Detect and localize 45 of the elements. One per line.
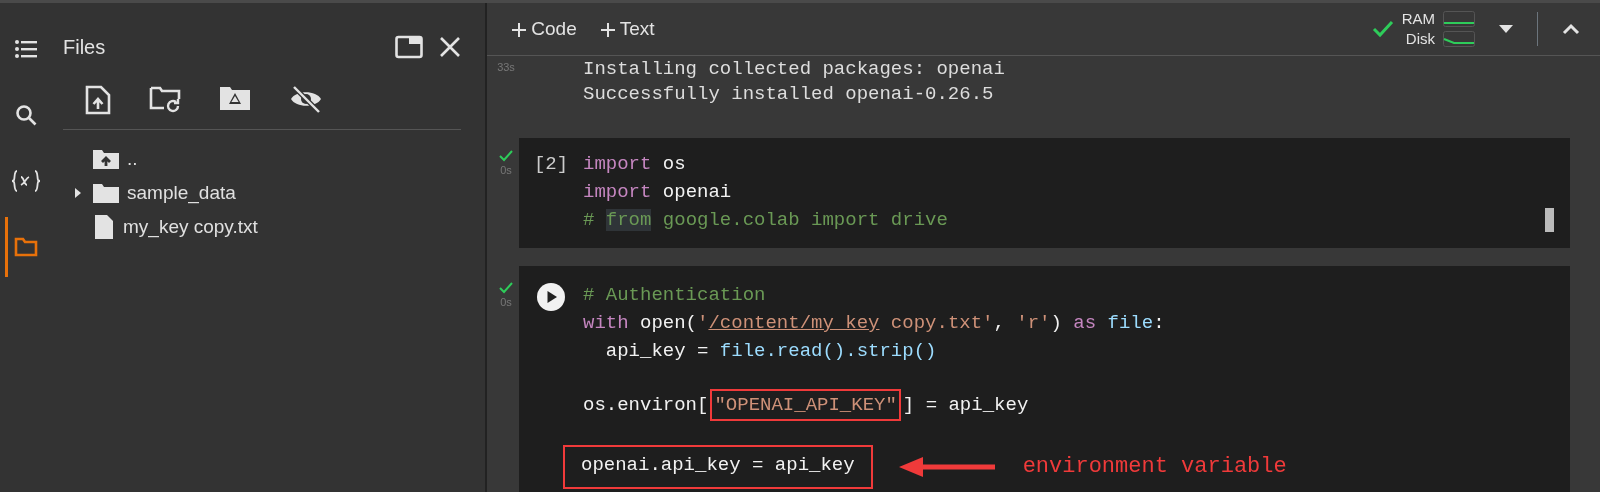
scrollbar-thumb[interactable] (1545, 208, 1554, 232)
disk-label: Disk (1404, 29, 1435, 49)
folder-up-icon (93, 149, 119, 169)
panel-title: Files (63, 35, 106, 60)
code-text: os.environ[ (583, 394, 709, 416)
ram-label: RAM (1401, 9, 1435, 29)
highlighted-string: "OPENAI_API_KEY" (710, 389, 901, 421)
upload-file-icon[interactable] (85, 85, 111, 115)
output-line: Successfully installed openai-0.26.5 (583, 82, 995, 107)
code-line: import os (583, 152, 687, 177)
code-line: import openai (583, 180, 733, 205)
execution-time: 33s (497, 60, 515, 75)
file-name[interactable]: sample_data (127, 178, 236, 208)
annotation-text: environment variable (1022, 453, 1287, 481)
file-name[interactable]: .. (127, 144, 138, 174)
code-line: with open('/content/my_key copy.txt', 'r') as file: (583, 311, 1166, 336)
search-icon (15, 104, 37, 126)
code-text: ] = api_key (902, 394, 1029, 416)
collapse-icon[interactable] (1562, 23, 1580, 35)
new-window-icon[interactable] (395, 35, 423, 59)
variables-icon (11, 169, 41, 193)
disk-graph (1443, 31, 1475, 47)
menu-icon (15, 40, 37, 58)
execution-count: [2] (533, 152, 569, 177)
add-text-button[interactable]: Text (600, 14, 655, 44)
plus-icon (600, 22, 615, 37)
close-icon[interactable] (439, 36, 461, 58)
folder-refresh-icon[interactable] (149, 85, 181, 113)
code-cell[interactable]: # Authentication with open('/content/my_key copy.txt', 'r') as file: api_key = file.read().strip() os.environ[ "OPENAI_API_KEY" ] = api_key openai.api_key = api_key environment variable (519, 266, 1570, 492)
code-line: # from google.colab import drive (583, 208, 948, 233)
dropdown-icon[interactable] (1499, 25, 1513, 33)
run-button[interactable] (536, 282, 566, 312)
folder-icon (14, 237, 38, 257)
code-cell[interactable]: [2] import os import openai # from google.colab import drive (519, 138, 1570, 248)
code-line: # Authentication (583, 283, 767, 308)
plus-icon (512, 22, 526, 37)
output-line: Installing collected packages: openai (583, 57, 1005, 82)
file-name[interactable]: my_key copy.txt (123, 212, 258, 242)
ram-graph (1443, 11, 1475, 27)
file-icon (93, 214, 115, 240)
add-code-button[interactable]: Code (512, 14, 577, 44)
hide-icon[interactable] (289, 85, 323, 113)
drive-folder-icon[interactable] (219, 85, 251, 111)
code-line: api_key = file.read().strip() (604, 339, 938, 364)
folder-icon (93, 183, 119, 203)
